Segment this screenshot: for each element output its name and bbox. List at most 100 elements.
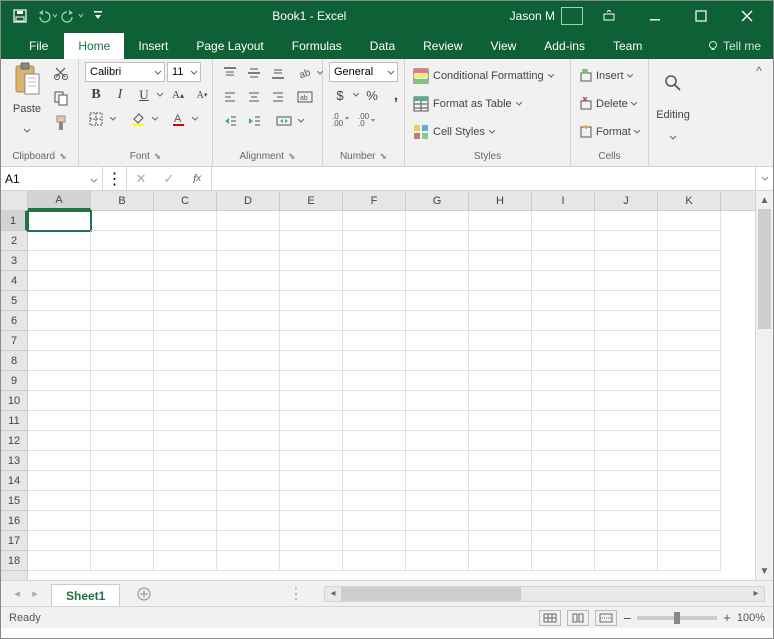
number-dialog-launcher[interactable]: ⬊ [380,151,388,162]
cell-A5[interactable] [28,291,91,311]
cell-J3[interactable] [595,251,658,271]
expand-formula-bar[interactable] [755,167,773,190]
row-header-11[interactable]: 11 [1,411,27,431]
cell-C12[interactable] [154,431,217,451]
cell-G12[interactable] [406,431,469,451]
cell-J15[interactable] [595,491,658,511]
cell-K10[interactable] [658,391,721,411]
vertical-scrollbar[interactable]: ▲ ▼ [755,191,773,580]
zoom-level[interactable]: 100% [737,612,765,624]
cell-H15[interactable] [469,491,532,511]
cell-F3[interactable] [343,251,406,271]
row-header-5[interactable]: 5 [1,291,27,311]
cell-B1[interactable] [91,211,154,231]
cell-C5[interactable] [154,291,217,311]
cell-E2[interactable] [280,231,343,251]
insert-cells-button[interactable]: Insert [577,64,642,88]
cell-J5[interactable] [595,291,658,311]
cell-G16[interactable] [406,511,469,531]
paste-dropdown[interactable] [16,120,38,140]
format-as-table-button[interactable]: Format as Table [411,92,564,116]
cells-area[interactable] [28,211,755,580]
cell-K16[interactable] [658,511,721,531]
cell-H14[interactable] [469,471,532,491]
percent-format-button[interactable]: % [361,84,383,106]
column-header-F[interactable]: F [343,191,406,210]
row-header-4[interactable]: 4 [1,271,27,291]
maximize-button[interactable] [681,2,721,30]
find-select-button[interactable] [661,63,685,103]
cancel-formula-button[interactable]: ✕ [127,171,155,187]
cell-J16[interactable] [595,511,658,531]
cell-K15[interactable] [658,491,721,511]
cell-K5[interactable] [658,291,721,311]
cell-B15[interactable] [91,491,154,511]
column-header-H[interactable]: H [469,191,532,210]
cell-G17[interactable] [406,531,469,551]
cell-B17[interactable] [91,531,154,551]
cell-B16[interactable] [91,511,154,531]
zoom-out-button[interactable]: − [623,610,631,626]
qat-customize[interactable] [87,5,109,27]
font-color-button[interactable]: A [167,108,189,130]
paste-button[interactable] [11,62,43,98]
cell-B3[interactable] [91,251,154,271]
row-header-2[interactable]: 2 [1,231,27,251]
font-size-combo[interactable]: 11 [167,62,201,82]
align-center-button[interactable] [243,86,265,108]
cell-I13[interactable] [532,451,595,471]
cell-A13[interactable] [28,451,91,471]
row-header-7[interactable]: 7 [1,331,27,351]
cell-K8[interactable] [658,351,721,371]
cell-K17[interactable] [658,531,721,551]
cell-F6[interactable] [343,311,406,331]
align-middle-button[interactable] [243,62,265,84]
cell-G11[interactable] [406,411,469,431]
italic-button[interactable]: I [109,84,131,106]
scroll-up-button[interactable]: ▲ [756,191,773,209]
cell-H1[interactable] [469,211,532,231]
name-box[interactable]: A1 [1,167,103,190]
ribbon-options-button[interactable] [589,2,629,30]
redo-button[interactable] [61,5,83,27]
cell-F10[interactable] [343,391,406,411]
cell-K13[interactable] [658,451,721,471]
cell-A2[interactable] [28,231,91,251]
cell-A11[interactable] [28,411,91,431]
cell-F16[interactable] [343,511,406,531]
borders-button[interactable] [85,108,107,130]
cell-G14[interactable] [406,471,469,491]
cell-K9[interactable] [658,371,721,391]
cell-F5[interactable] [343,291,406,311]
cell-A3[interactable] [28,251,91,271]
cell-F4[interactable] [343,271,406,291]
cell-B4[interactable] [91,271,154,291]
row-header-14[interactable]: 14 [1,471,27,491]
borders-dropdown[interactable] [109,108,117,130]
row-header-3[interactable]: 3 [1,251,27,271]
cell-J18[interactable] [595,551,658,571]
number-format-combo[interactable]: General [329,62,398,82]
cell-K3[interactable] [658,251,721,271]
cell-I9[interactable] [532,371,595,391]
minimize-button[interactable] [635,2,675,30]
cell-I17[interactable] [532,531,595,551]
accounting-format-button[interactable]: $ [329,84,351,106]
fill-color-button[interactable] [127,108,149,130]
cell-E16[interactable] [280,511,343,531]
cell-E14[interactable] [280,471,343,491]
paste-label[interactable]: Paste [11,98,43,120]
cell-A1[interactable] [28,211,91,231]
cell-E1[interactable] [280,211,343,231]
cell-G10[interactable] [406,391,469,411]
cell-D13[interactable] [217,451,280,471]
cell-F2[interactable] [343,231,406,251]
cell-J1[interactable] [595,211,658,231]
cell-C1[interactable] [154,211,217,231]
cell-C9[interactable] [154,371,217,391]
cell-G5[interactable] [406,291,469,311]
cell-E12[interactable] [280,431,343,451]
column-header-K[interactable]: K [658,191,721,210]
cell-H16[interactable] [469,511,532,531]
cell-E15[interactable] [280,491,343,511]
